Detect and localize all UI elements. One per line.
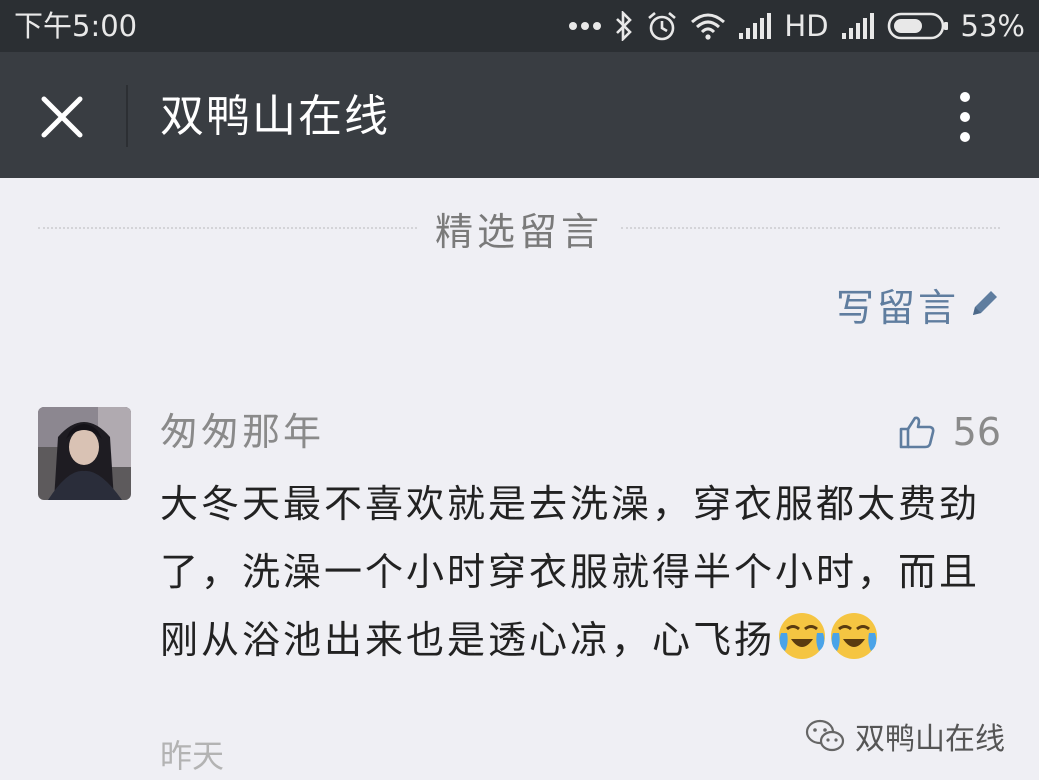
like-count: 56 xyxy=(952,410,1001,454)
more-menu-button[interactable] xyxy=(943,85,987,149)
like-button[interactable]: 56 xyxy=(899,404,1001,460)
wifi-icon xyxy=(690,12,726,40)
comment-username[interactable]: 匆匆那年 xyxy=(160,404,324,460)
title-divider xyxy=(126,85,128,147)
crying-laughing-emoji xyxy=(777,611,827,682)
close-icon xyxy=(41,96,83,138)
more-vertical-icon xyxy=(960,92,970,142)
more-dots-icon xyxy=(568,20,602,32)
status-bar: 下午5:00 HD 53% xyxy=(0,0,1039,52)
battery-level: 53% xyxy=(960,9,1025,43)
thumbs-up-icon xyxy=(899,416,935,449)
signal-icon xyxy=(841,13,875,39)
featured-comments-header: 精选留言 xyxy=(38,200,1001,256)
comment-text: 大冬天最不喜欢就是去洗澡，穿衣服都太费劲了，洗澡一个小时穿衣服就得半个小时，而且… xyxy=(160,470,980,682)
status-time: 下午5:00 xyxy=(14,9,138,43)
section-title: 精选留言 xyxy=(435,209,604,254)
page-title: 双鸭山在线 xyxy=(160,91,390,142)
watermark-text: 双鸭山在线 xyxy=(855,722,1005,757)
wechat-icon xyxy=(805,719,845,752)
avatar[interactable] xyxy=(38,407,131,500)
alarm-icon xyxy=(646,10,678,42)
write-comment-label: 写留言 xyxy=(835,285,959,330)
network-type: HD xyxy=(784,9,829,43)
comment-date: 昨天 xyxy=(160,737,225,775)
bluetooth-icon xyxy=(614,11,634,41)
close-button[interactable] xyxy=(30,85,94,149)
divider-line xyxy=(621,227,1001,229)
pencil-icon xyxy=(973,291,997,315)
signal-icon xyxy=(738,13,772,39)
crying-laughing-emoji xyxy=(829,611,879,682)
battery-icon xyxy=(887,12,949,40)
title-bar: 双鸭山在线 xyxy=(0,52,1039,178)
write-comment-link[interactable]: 写留言 xyxy=(836,276,1001,332)
status-icons: HD 53% xyxy=(568,8,1025,44)
divider-line xyxy=(38,227,417,229)
watermark: 双鸭山在线 xyxy=(805,712,1005,760)
